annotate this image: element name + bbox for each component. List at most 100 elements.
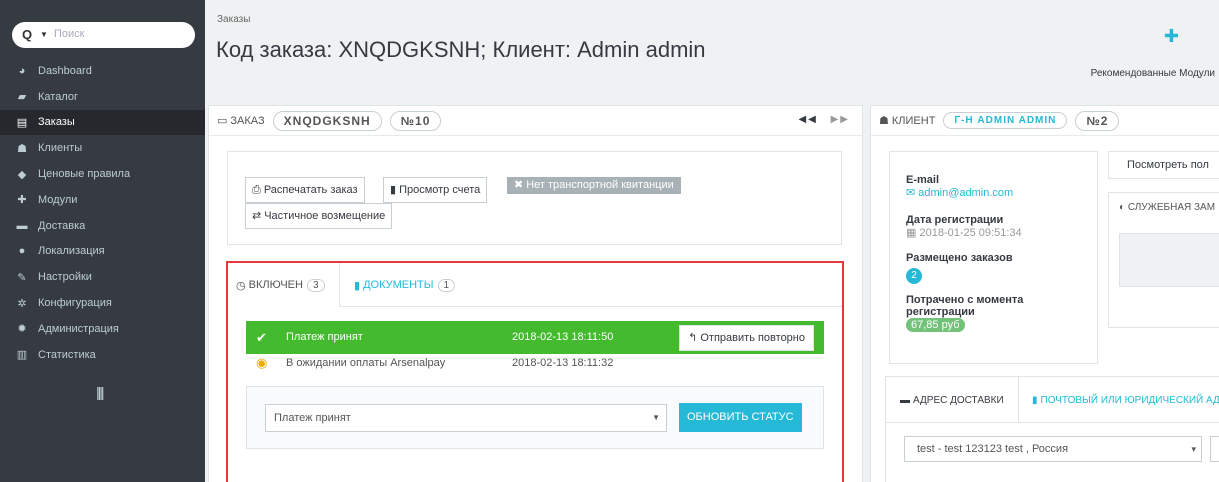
chevron-down-icon: ▼ [652,413,660,422]
history-status: В ожидании оплаты Arsenalpay [286,357,446,369]
price-rules-icon: ◆ [17,168,27,181]
sidebar-item-label: Клиенты [38,142,83,155]
document-icon: ▮ [354,279,361,292]
tab-included[interactable]: ◷ ВКЛЮЧЕН 3 [228,263,340,307]
resend-email-label: Отправить повторно [700,332,805,344]
sidebar-item[interactable]: ▰ Каталог [0,84,205,110]
history-row: ◉ В ожидании оплаты Arsenalpay 2018-02-1… [246,355,824,375]
sidebar-item-label: Доставка [38,219,86,232]
address-tab-bar: ▬ АДРЕС ДОСТАВКИ ▮ ПОЧТОВЫЙ ИЛИ ЮРИДИЧЕС… [886,377,1219,423]
sidebar-item[interactable]: ● Локализация [0,239,205,265]
history-date: 2018-02-13 18:11:32 [512,357,614,369]
search-input[interactable]: Q ▼ Поиск [12,22,195,48]
sidebar-item[interactable]: ✚ Модули [0,187,205,213]
sidebar-item[interactable]: ▤ Заказы [0,109,205,136]
registration-block: Дата регистрации ▦ 2018-01-25 09:51:34 [906,214,1022,239]
update-status-button[interactable]: ОБНОВИТЬ СТАТУС [679,403,802,432]
email-link[interactable]: ✉ admin@admin.com [906,186,1013,199]
view-invoice-label: Просмотр счета [399,184,481,196]
sidebar-item-label: Настройки [38,271,92,284]
tab-invoice-address[interactable]: ▮ ПОЧТОВЫЙ ИЛИ ЮРИДИЧЕСКИЙ АД [1018,377,1219,423]
update-status-form: Платеж принят ▼ ОБНОВИТЬ СТАТУС [246,386,824,449]
tab-included-count: 3 [306,278,325,292]
tab-included-label: ВКЛЮЧЕН [248,279,303,291]
sidebar-item[interactable]: ◆ Ценовые правила [0,161,205,187]
shipping-address-value: test - test 123123 test , Россия [917,443,1069,455]
history-status: Платеж принят [286,331,363,343]
sidebar-item-label: Модули [38,193,78,206]
sidebar-item[interactable]: ✲ Конфигурация [0,290,205,316]
dashboard-icon: ◕ [18,64,26,77]
next-order-icon[interactable]: ▶▶ [831,114,850,125]
sidebar-item-label: Конфигурация [38,297,112,310]
clock-icon: ◷ [236,279,246,292]
spent-block: Потрачено с момента регистрации 67,85 ру… [906,294,1023,332]
spent-label-2: регистрации [906,306,975,318]
breadcrumb[interactable]: Заказы [217,14,250,25]
private-note-box: ◐ СЛУЖЕБНАЯ ЗАМ [1108,192,1219,328]
sidebar-item-label: Dashboard [38,64,92,77]
sidebar-item[interactable]: ☗ Клиенты [0,135,205,161]
sidebar-nav: ◕ Dashboard ▰ Каталог ▤ Заказы ☗ Клиенты ◆ Ценовы… [0,58,205,368]
view-profile-button[interactable]: Посмотреть пол [1108,151,1219,179]
statistics-icon: ▥ [16,349,28,362]
order-panel: ▭ ЗАКАЗ XNQDGKSNH №10 ◀◀ ▶▶ ⎙ Распечатать… [208,105,863,482]
sidebar-item[interactable]: ▬ Доставка [0,213,205,239]
sidebar-item[interactable]: ✹ Администрация [0,316,205,342]
customer-panel: ☗ КЛИЕНТ Г-Н ADMIN ADMIN №2 E-mail ✉ adm… [870,105,1219,482]
catalog-icon: ▰ [17,91,27,104]
eye-slash-icon: ◐ [1119,202,1126,213]
private-note-textarea[interactable] [1119,233,1219,287]
delivery-icon: ▬ [16,219,28,232]
registration-date: 2018-01-25 09:51:34 [919,227,1022,239]
file-icon: ▮ [1032,394,1038,406]
sidebar-item[interactable]: ▥ Статистика [0,342,205,368]
edit-address-button[interactable] [1210,436,1219,462]
sidebar-item-label: Ценовые правила [38,168,131,181]
order-card-icon: ▭ [217,115,228,127]
sidebar-item-label: Каталог [38,90,78,103]
email-value: admin@admin.com [918,187,1014,199]
exchange-icon: ⇄ [252,210,262,222]
chevron-down-icon: ▾ [1191,444,1196,454]
file-icon: ▮ [390,184,397,196]
previous-order-icon[interactable]: ◀◀ [798,114,817,125]
order-heading-label: ЗАКАЗ [230,114,265,127]
administration-icon: ✹ [17,323,27,336]
resend-email-button[interactable]: ↰ Отправить повторно [679,325,814,351]
search-icon[interactable]: Q [22,27,32,42]
chevron-down-icon[interactable]: ▼ [40,30,48,39]
order-navigation: ◀◀ ▶▶ [790,114,850,125]
view-invoice-button[interactable]: ▮ Просмотр счета [383,177,488,203]
orders-icon: ▤ [16,116,28,129]
order-number-badge: №10 [389,110,442,131]
sidebar: Q ▼ Поиск ◕ Dashboard ▰ Каталог ▤ Заказы ☗ Клие… [0,0,205,482]
sidebar-item-label: Заказы [38,116,75,129]
customer-name-badge[interactable]: Г-Н ADMIN ADMIN [943,112,1068,129]
sidebar-item[interactable]: ◕ Dashboard [0,58,205,84]
order-status-select[interactable]: Платеж принят ▼ [265,404,667,432]
tab-shipping-address[interactable]: ▬ АДРЕС ДОСТАВКИ [886,377,1019,423]
coins-icon: ◉ [256,355,268,370]
tab-documents[interactable]: ▮ ДОКУМЕНТЫ 1 [346,263,463,307]
order-status-value: Платеж принят [274,412,351,424]
orders-count-badge: 2 [906,268,922,284]
print-order-button[interactable]: ⎙ Распечатать заказ [245,177,365,203]
partial-refund-button[interactable]: ⇄ Частичное возмещение [245,203,393,229]
history-row: ✔ Платеж принят 2018-02-13 18:11:50 ↰ От… [246,321,824,354]
recommended-modules-label: Рекомендованные Модули [1090,68,1215,79]
collapse-sidebar-icon[interactable]: |||| [96,384,104,400]
no-delivery-slip-label: Нет транспортной квитанции [526,179,674,191]
shipping-address-select[interactable]: test - test 123123 test , Россия ▾ [904,436,1202,462]
partial-refund-label: Частичное возмещение [264,210,386,222]
no-delivery-slip-button[interactable]: ✖ Нет транспортной квитанции [507,177,681,194]
sidebar-item[interactable]: ✎ Настройки [0,264,205,290]
sidebar-item-label: Локализация [38,245,105,258]
order-actions: ⎙ Распечатать заказ ▮ Просмотр счета ✖ Нет … [227,151,842,245]
close-icon: ✖ [514,179,524,191]
private-note-label: СЛУЖЕБНАЯ ЗАМ [1127,202,1216,213]
address-box: ▬ АДРЕС ДОСТАВКИ ▮ ПОЧТОВЫЙ ИЛИ ЮРИДИЧЕС… [885,376,1219,482]
tab-bar: ◷ ВКЛЮЧЕН 3 ▮ ДОКУМЕНТЫ 1 [228,263,842,307]
orders-block: Размещено заказов 2 [906,252,1013,284]
registration-label: Дата регистрации [906,214,1004,226]
